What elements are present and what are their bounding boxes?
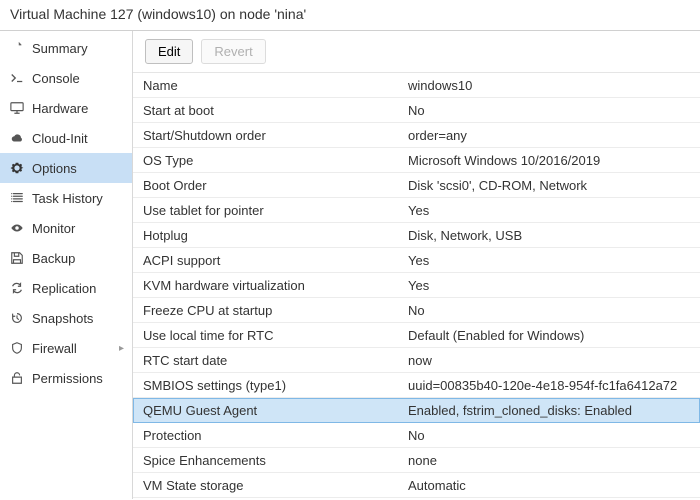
option-row[interactable]: Start/Shutdown orderorder=any <box>133 123 700 148</box>
sidebar-item-label: Hardware <box>32 101 124 116</box>
cloud-icon <box>8 131 26 145</box>
history-icon <box>8 311 26 325</box>
option-row[interactable]: HotplugDisk, Network, USB <box>133 223 700 248</box>
option-row[interactable]: Use local time for RTCDefault (Enabled f… <box>133 323 700 348</box>
sidebar-item-summary[interactable]: Summary <box>0 33 132 63</box>
sidebar-item-label: Console <box>32 71 124 86</box>
sidebar-item-snapshots[interactable]: Snapshots <box>0 303 132 333</box>
option-value: uuid=00835b40-120e-4e18-954f-fc1fa6412a7… <box>398 374 700 397</box>
option-value: Yes <box>398 199 700 222</box>
sidebar-item-firewall[interactable]: Firewall ▸ <box>0 333 132 363</box>
option-value: No <box>398 299 700 322</box>
chevron-right-icon: ▸ <box>119 343 124 354</box>
option-key: Use tablet for pointer <box>133 199 398 222</box>
option-key: VM State storage <box>133 474 398 497</box>
sidebar: Summary Console Hardware Cloud-Init Opti… <box>0 31 133 499</box>
terminal-icon <box>8 71 26 85</box>
option-row[interactable]: OS TypeMicrosoft Windows 10/2016/2019 <box>133 148 700 173</box>
option-value: windows10 <box>398 74 700 97</box>
option-row[interactable]: Freeze CPU at startupNo <box>133 298 700 323</box>
option-value: order=any <box>398 124 700 147</box>
option-row[interactable]: SMBIOS settings (type1)uuid=00835b40-120… <box>133 373 700 398</box>
option-key: Start at boot <box>133 99 398 122</box>
sidebar-item-monitor[interactable]: Monitor <box>0 213 132 243</box>
sidebar-item-label: Summary <box>32 41 124 56</box>
sidebar-item-label: Cloud-Init <box>32 131 124 146</box>
sidebar-item-console[interactable]: Console <box>0 63 132 93</box>
save-icon <box>8 251 26 265</box>
option-key: Start/Shutdown order <box>133 124 398 147</box>
option-row[interactable]: Boot OrderDisk 'scsi0', CD-ROM, Network <box>133 173 700 198</box>
option-value: Disk 'scsi0', CD-ROM, Network <box>398 174 700 197</box>
option-row[interactable]: Spice Enhancementsnone <box>133 448 700 473</box>
option-row[interactable]: Use tablet for pointerYes <box>133 198 700 223</box>
option-value: Yes <box>398 274 700 297</box>
option-key: Boot Order <box>133 174 398 197</box>
option-row[interactable]: ACPI supportYes <box>133 248 700 273</box>
option-row[interactable]: Namewindows10 <box>133 73 700 98</box>
option-key: KVM hardware virtualization <box>133 274 398 297</box>
unlock-icon <box>8 371 26 385</box>
option-row[interactable]: VM State storageAutomatic <box>133 473 700 498</box>
page-title: Virtual Machine 127 (windows10) on node … <box>0 0 700 31</box>
option-row[interactable]: Start at bootNo <box>133 98 700 123</box>
option-key: Protection <box>133 424 398 447</box>
sidebar-item-label: Firewall <box>32 341 119 356</box>
toolbar: Edit Revert <box>133 31 700 73</box>
sidebar-item-label: Replication <box>32 281 124 296</box>
sidebar-item-label: Backup <box>32 251 124 266</box>
sidebar-item-label: Permissions <box>32 371 124 386</box>
option-key: Use local time for RTC <box>133 324 398 347</box>
option-key: Hotplug <box>133 224 398 247</box>
option-key: RTC start date <box>133 349 398 372</box>
option-value: No <box>398 424 700 447</box>
option-value: Yes <box>398 249 700 272</box>
option-value: none <box>398 449 700 472</box>
option-row[interactable]: RTC start datenow <box>133 348 700 373</box>
sidebar-item-replication[interactable]: Replication <box>0 273 132 303</box>
sidebar-item-cloudinit[interactable]: Cloud-Init <box>0 123 132 153</box>
option-value: Microsoft Windows 10/2016/2019 <box>398 149 700 172</box>
option-key: Freeze CPU at startup <box>133 299 398 322</box>
option-row[interactable]: ProtectionNo <box>133 423 700 448</box>
option-key: OS Type <box>133 149 398 172</box>
main-panel: Edit Revert Namewindows10Start at bootNo… <box>133 31 700 499</box>
note-icon <box>8 41 26 55</box>
option-value: Enabled, fstrim_cloned_disks: Enabled <box>398 399 700 422</box>
option-row[interactable]: QEMU Guest AgentEnabled, fstrim_cloned_d… <box>133 398 700 423</box>
option-value: Default (Enabled for Windows) <box>398 324 700 347</box>
option-key: Spice Enhancements <box>133 449 398 472</box>
option-key: SMBIOS settings (type1) <box>133 374 398 397</box>
revert-button[interactable]: Revert <box>201 39 265 64</box>
sync-icon <box>8 281 26 295</box>
sidebar-item-hardware[interactable]: Hardware <box>0 93 132 123</box>
list-icon <box>8 191 26 205</box>
option-row[interactable]: KVM hardware virtualizationYes <box>133 273 700 298</box>
option-value: No <box>398 99 700 122</box>
sidebar-item-task-history[interactable]: Task History <box>0 183 132 213</box>
sidebar-item-backup[interactable]: Backup <box>0 243 132 273</box>
sidebar-item-options[interactable]: Options <box>0 153 132 183</box>
options-grid: Namewindows10Start at bootNoStart/Shutdo… <box>133 73 700 499</box>
option-key: ACPI support <box>133 249 398 272</box>
sidebar-item-label: Task History <box>32 191 124 206</box>
gear-icon <box>8 161 26 175</box>
option-key: Name <box>133 74 398 97</box>
option-key: QEMU Guest Agent <box>133 399 398 422</box>
edit-button[interactable]: Edit <box>145 39 193 64</box>
shield-icon <box>8 341 26 355</box>
sidebar-item-label: Monitor <box>32 221 124 236</box>
sidebar-item-permissions[interactable]: Permissions <box>0 363 132 393</box>
sidebar-item-label: Options <box>32 161 124 176</box>
eye-icon <box>8 221 26 235</box>
option-value: Automatic <box>398 474 700 497</box>
option-value: Disk, Network, USB <box>398 224 700 247</box>
monitor-icon <box>8 101 26 115</box>
option-value: now <box>398 349 700 372</box>
sidebar-item-label: Snapshots <box>32 311 124 326</box>
